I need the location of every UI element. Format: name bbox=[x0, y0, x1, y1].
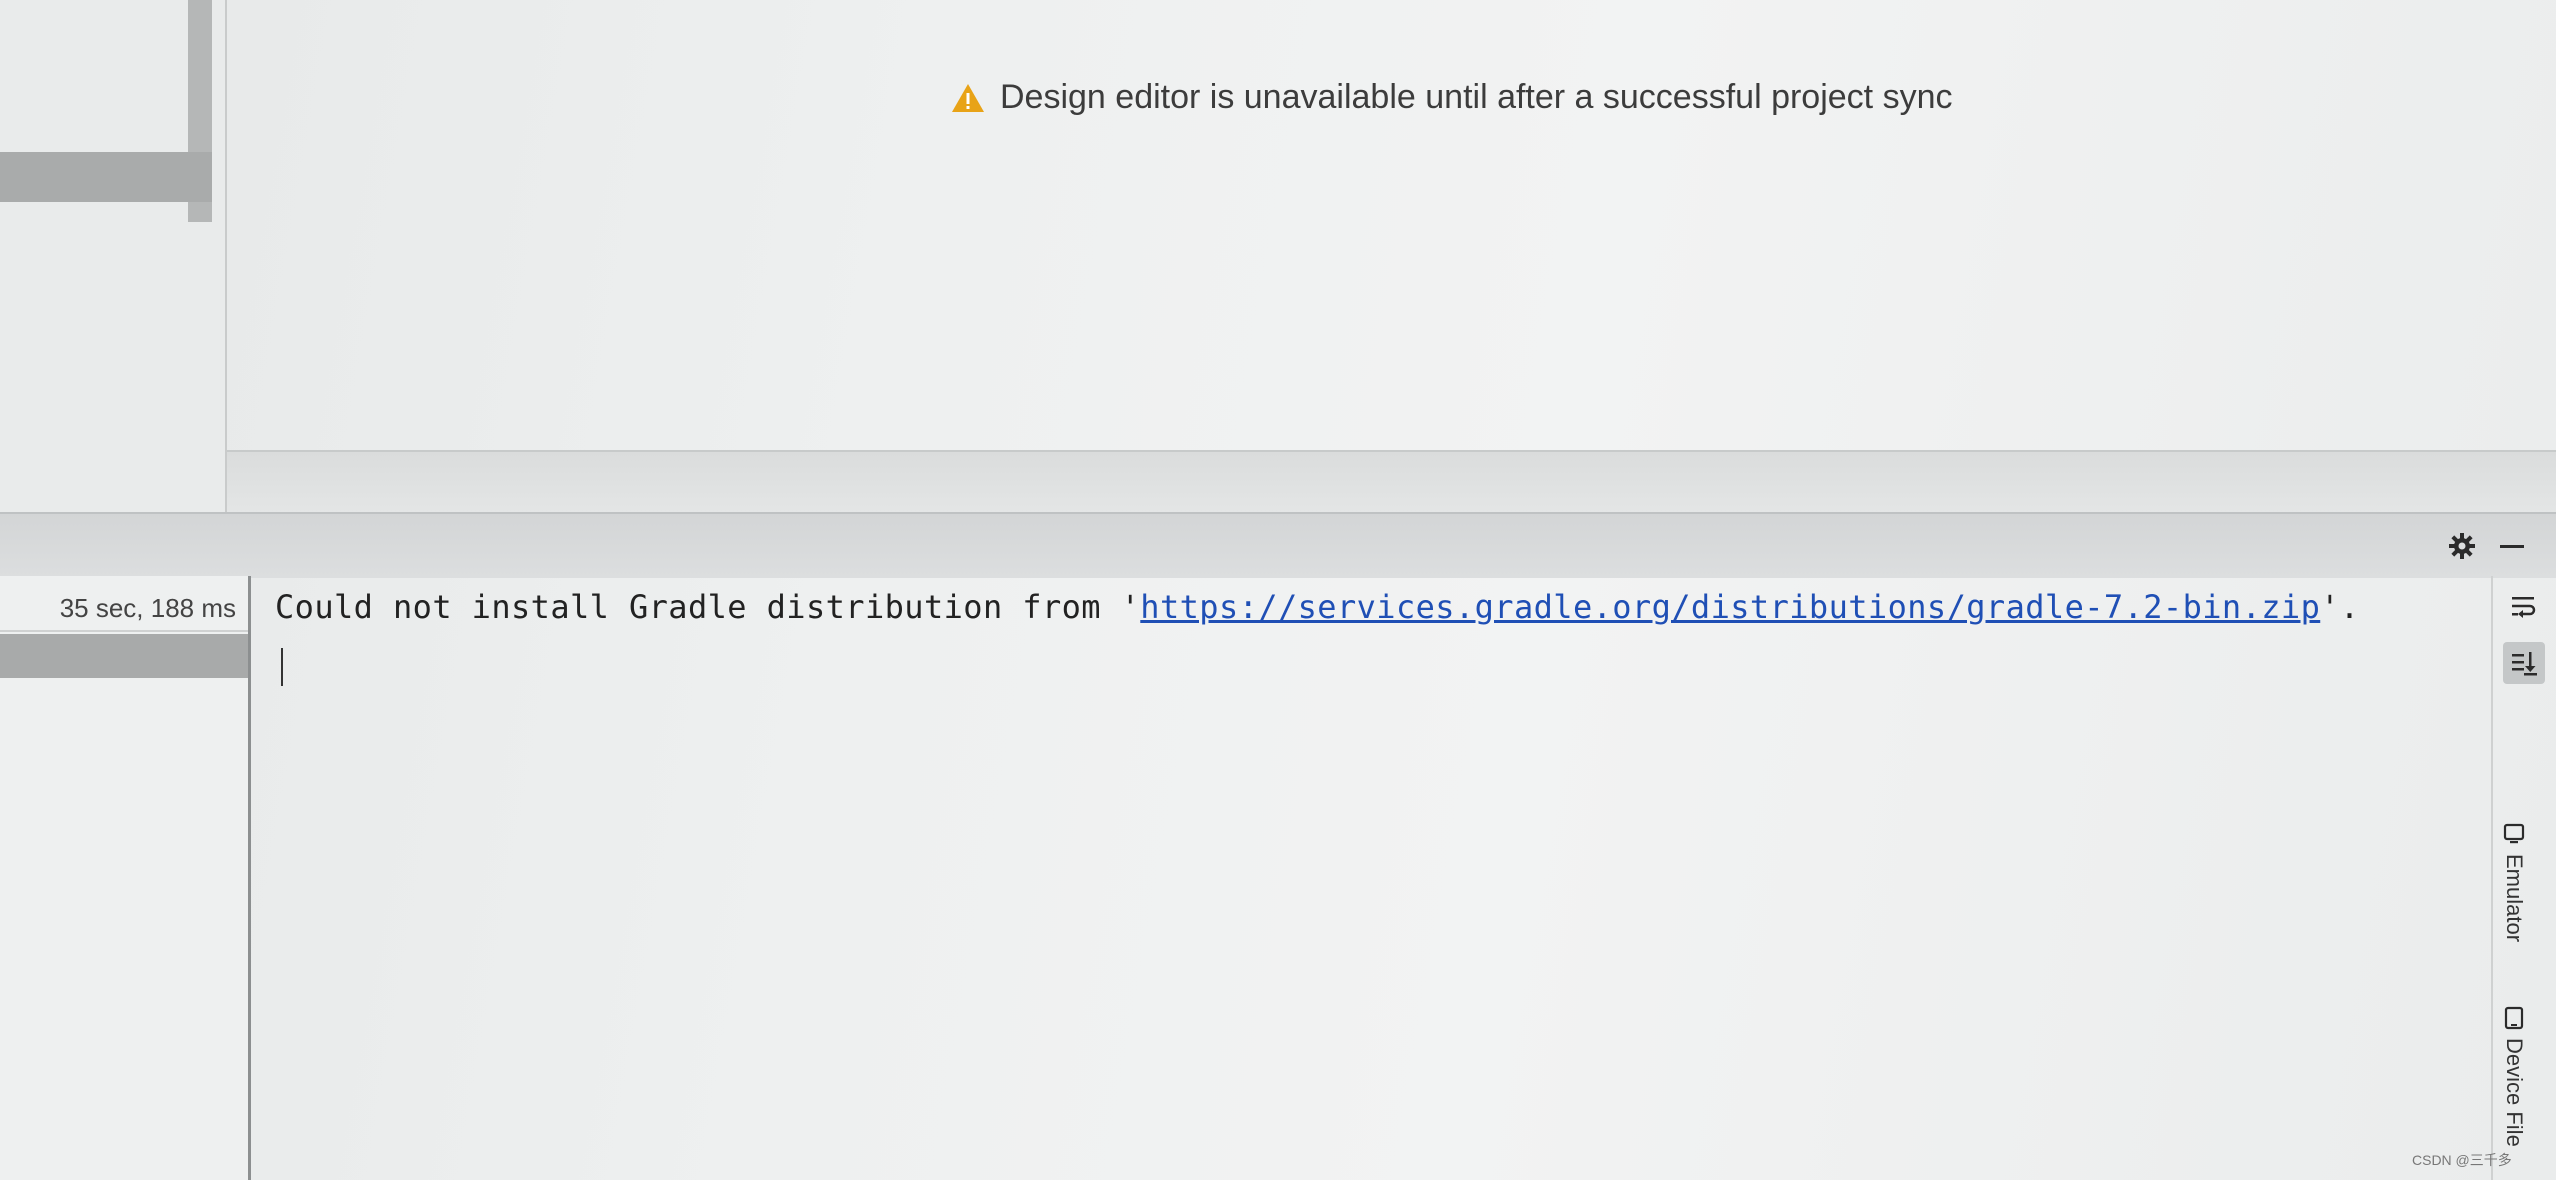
emulator-icon bbox=[2503, 823, 2525, 844]
scroll-to-end-icon bbox=[2512, 652, 2537, 676]
left-panel-selected-row[interactable] bbox=[0, 152, 212, 202]
right-toolbar: Emulator Device File bbox=[2491, 576, 2556, 1180]
left-panel-strip bbox=[0, 0, 227, 512]
hide-tool-window-button[interactable] bbox=[2492, 526, 2532, 566]
minimize-icon bbox=[2500, 545, 2524, 548]
soft-wrap-button[interactable] bbox=[2503, 586, 2545, 628]
text-caret bbox=[281, 648, 283, 686]
side-tab-emulator[interactable]: Emulator bbox=[2501, 822, 2527, 942]
gradle-distribution-link[interactable]: https://services.gradle.org/distribution… bbox=[1140, 588, 2320, 626]
side-tab-emulator-label: Emulator bbox=[2502, 854, 2527, 943]
soft-wrap-icon bbox=[2512, 597, 2536, 618]
settings-button[interactable] bbox=[2442, 526, 2482, 566]
scroll-to-end-button[interactable] bbox=[2503, 642, 2545, 684]
build-tree-panel: 35 sec, 188 ms bbox=[0, 576, 251, 1180]
design-warning-text: Design editor is unavailable until after… bbox=[1000, 78, 1953, 116]
ide-window: Design editor is unavailable until after… bbox=[0, 0, 2556, 1180]
build-tree-selected-row[interactable] bbox=[0, 634, 248, 678]
design-editor-divider[interactable] bbox=[227, 450, 2556, 514]
build-duration: 35 sec, 188 ms bbox=[59, 592, 236, 623]
side-tab-device-file[interactable]: Device File bbox=[2501, 1006, 2527, 1147]
build-tool-window-header bbox=[0, 512, 2556, 578]
gear-icon bbox=[2449, 533, 2475, 559]
design-editor-warning: Design editor is unavailable until after… bbox=[950, 78, 1952, 117]
console-message-prefix: Could not install Gradle distribution fr… bbox=[275, 588, 1141, 626]
build-tree-row[interactable]: 35 sec, 188 ms bbox=[0, 586, 248, 632]
warning-triangle-icon bbox=[952, 83, 984, 112]
build-console-output[interactable]: Could not install Gradle distribution fr… bbox=[251, 576, 2491, 1180]
device-file-icon bbox=[2504, 1006, 2524, 1030]
side-tab-device-file-label: Device File bbox=[2502, 1038, 2527, 1147]
design-editor-area bbox=[227, 0, 2556, 450]
console-error-line: Could not install Gradle distribution fr… bbox=[275, 588, 2360, 626]
watermark: CSDN @三千多 bbox=[2412, 1152, 2512, 1168]
console-message-suffix: '. bbox=[2320, 588, 2360, 626]
